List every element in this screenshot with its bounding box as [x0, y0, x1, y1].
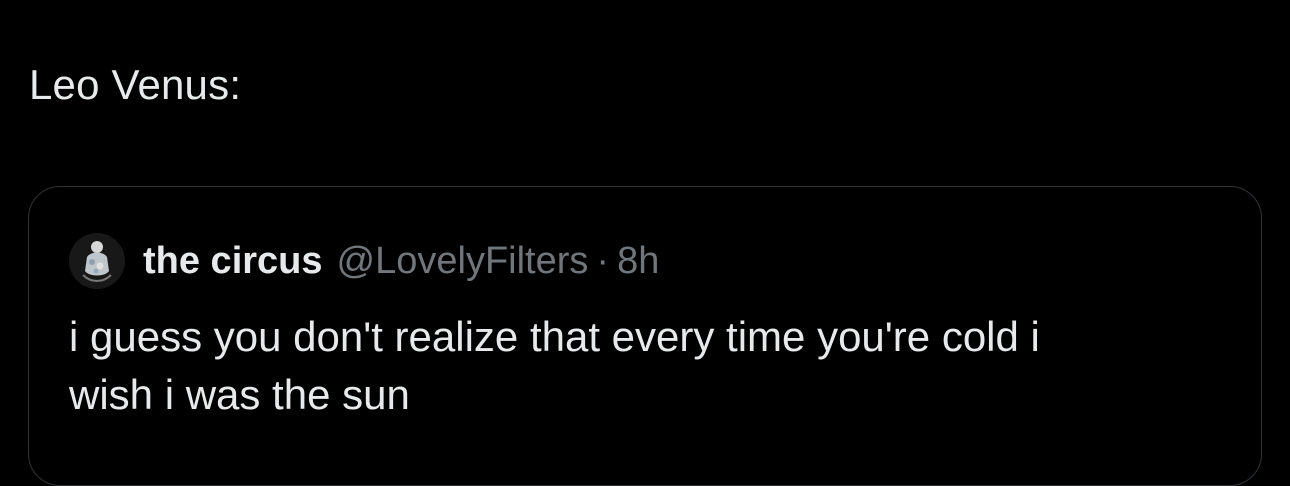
quoted-post-header: the circus @LovelyFilters · 8h — [69, 233, 659, 289]
timestamp[interactable]: 8h — [617, 240, 659, 283]
quoted-post-text: i guess you don't realize that every tim… — [69, 308, 1209, 424]
post-text: Leo Venus: — [29, 61, 242, 108]
user-handle[interactable]: @LovelyFilters — [337, 240, 589, 283]
avatar[interactable] — [69, 233, 125, 289]
avatar-image-icon — [69, 233, 125, 289]
quoted-post-text-line-2: wish i was the sun — [69, 371, 410, 418]
separator-dot: · — [596, 239, 610, 282]
display-name[interactable]: the circus — [143, 240, 323, 283]
quoted-post-card[interactable]: the circus @LovelyFilters · 8h i guess y… — [28, 186, 1262, 486]
quoted-post-text-line-1: i guess you don't realize that every tim… — [69, 313, 1040, 360]
